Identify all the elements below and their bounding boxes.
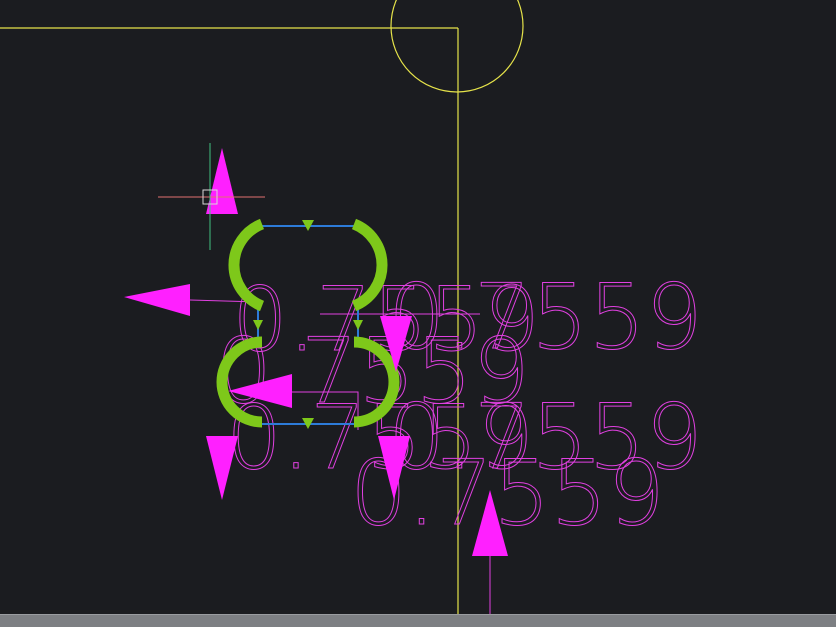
status-strip <box>0 614 836 627</box>
drawing-svg[interactable]: 0.7559 0.7559 0.7559 0.7559 0.7559 0.755… <box>0 0 836 626</box>
grip-arrow-left-icon[interactable] <box>124 284 190 316</box>
boundary-circle[interactable] <box>390 0 524 93</box>
drawing-canvas[interactable]: 0.7559 0.7559 0.7559 0.7559 0.7559 0.755… <box>0 0 836 627</box>
